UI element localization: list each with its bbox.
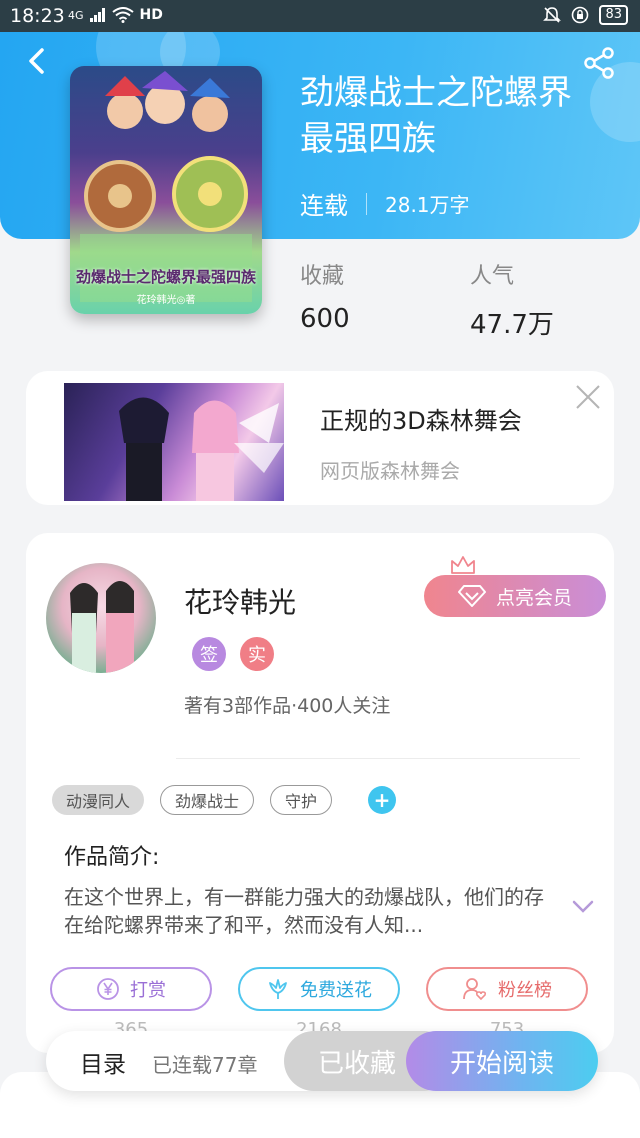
favorited-label: 已收藏 [317,1048,396,1079]
bell-off-icon [543,7,562,23]
divider [176,758,580,759]
intro-text[interactable]: 在这个世界上，有一群能力强大的劲爆战队，他们的存在给陀螺界带来了和平，然而没有人… [64,883,554,939]
hd-icon: HD [139,7,163,23]
ad-art [119,397,284,501]
stat-favorites: 收藏 600 [300,258,350,334]
signal-icon [89,8,105,22]
reward-button[interactable]: 打赏 [50,967,212,1011]
flower-icon [269,979,287,999]
author-detail-card: 花玲韩光 签 实 著有3部作品·400人关注 点亮会员 动漫同人 劲爆战士 守护… [26,533,614,1053]
clock: 18:23 [10,5,65,27]
avatar-art [70,581,134,673]
battery-indicator: 83 [599,5,628,25]
tag-list: 动漫同人 劲爆战士 守护 + [52,785,397,815]
wifi-icon [111,7,134,23]
diamond-icon [457,585,486,607]
fans-rank-button[interactable]: 粉丝榜 [426,967,588,1011]
stat-popularity: 人气 47.7万 [470,258,554,341]
book-meta: 连载 28.1万字 [300,186,470,221]
chapter-count: 已连载77章 [152,1053,258,1077]
back-arrow-icon[interactable] [20,44,54,78]
crown-icon [451,556,475,574]
book-title: 劲爆战士之陀螺界最强四族 [300,73,572,159]
fans-count: 753 [489,1019,525,1031]
stat-label: 人气 [470,264,515,289]
ad-banner[interactable]: 正规的3D森林舞会 网页版森林舞会 [26,371,614,505]
ad-image[interactable] [64,383,284,501]
ad-subtitle: 网页版森林舞会 [320,459,460,483]
signed-badge: 签 [192,637,226,671]
status-bar: 18:23 4G HD 83 [0,0,640,32]
cover-author-text: 花玲韩光◎著 [136,295,196,306]
author-name[interactable]: 花玲韩光 [184,581,296,621]
vip-button-label: 点亮会员 [495,586,572,609]
meta-divider [366,192,367,215]
close-icon[interactable] [574,383,602,411]
tag-item[interactable]: 劲爆战士 [160,785,255,815]
send-flower-button[interactable]: 免费送花 [238,967,400,1011]
stat-value: 47.7万 [470,310,554,340]
ad-title: 正规的3D森林舞会 [320,407,522,435]
tag-item[interactable]: 守护 [270,785,333,815]
reward-label: 打赏 [130,980,166,1001]
start-reading-label: 开始阅读 [449,1048,554,1079]
user-heart-icon [463,978,487,1001]
author-info: 著有3部作品·400人关注 [184,695,391,717]
flower-count: 2168 [296,1019,342,1031]
vip-button[interactable]: 点亮会员 [424,575,606,617]
start-reading-button[interactable]: 开始阅读 [406,1031,598,1091]
send-flower-label: 免费送花 [300,980,372,1001]
verified-badge: 实 [240,637,274,671]
stat-label: 收藏 [300,264,345,289]
yen-coin-icon [97,978,119,1000]
cover-title-text: 劲爆战士之陀螺界最强四族 [76,268,257,286]
fans-rank-label: 粉丝榜 [498,980,552,1001]
network-type: 4G [68,8,84,22]
reward-count: 365 [113,1019,149,1031]
avatar[interactable] [46,563,156,673]
table-of-contents-link[interactable]: 目录 [80,1045,126,1079]
stat-value: 600 [300,304,350,334]
action-buttons: 打赏 免费送花 粉丝榜 [50,967,588,1011]
word-count: 28.1万字 [385,193,470,217]
intro-heading: 作品简介: [64,845,160,870]
chevron-down-icon[interactable] [572,899,594,915]
lock-rotation-icon [572,6,589,24]
tag-item[interactable]: 动漫同人 [52,785,145,815]
add-tag-button[interactable]: + [368,786,397,814]
serial-status: 连载 [300,192,348,220]
book-cover[interactable]: 劲爆战士之陀螺界最强四族 花玲韩光◎著 [70,66,262,314]
bottom-action-bar: 目录 已连载77章 已收藏 开始阅读 [46,1031,598,1091]
